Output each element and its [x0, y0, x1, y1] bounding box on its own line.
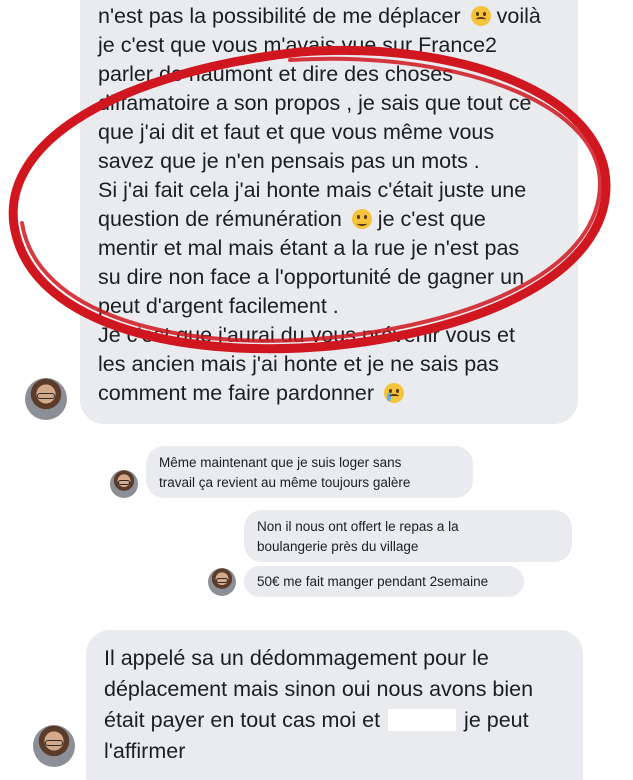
message-line: était payer en tout cas moi et	[104, 708, 381, 732]
message-bubble-large-bottom: Il appelé sa un dédommagement pour le dé…	[86, 630, 583, 780]
message-line: je c'est que	[377, 207, 486, 231]
avatar[interactable]	[110, 470, 138, 498]
message-line: savez que je n'en pensais pas un mots .	[98, 149, 480, 173]
message-line: peut d'argent facilement .	[98, 294, 339, 318]
message-line: déplacement mais sinon oui nous avons bi…	[104, 677, 534, 701]
avatar[interactable]	[25, 378, 67, 420]
message-line: su dire non face a l'opportunité de gagn…	[98, 265, 525, 289]
glasses-icon	[215, 578, 229, 583]
message-line: 50€ me fait manger pendant 2semaine	[257, 574, 489, 589]
message-line: que j'ai dit et faut et que vous même vo…	[98, 120, 495, 144]
message-line: Si j'ai fait cela j'ai honte mais c'étai…	[98, 178, 527, 202]
message-line: je peut	[464, 708, 529, 732]
message-line: l'affirmer	[104, 739, 186, 763]
message-line: travail ça revient au même toujours galè…	[159, 475, 411, 490]
message-line: n'est pas la possibilité de me déplacer	[98, 4, 461, 28]
message-line: Il appelé sa un dédommagement pour le	[104, 646, 489, 670]
crying-face-emoji-icon	[384, 383, 405, 403]
sad-face-emoji-icon	[351, 209, 372, 229]
redaction-block	[388, 709, 457, 731]
glasses-icon	[44, 740, 64, 747]
message-bubble-large-top: n'est pas la possibilité de me déplacer …	[80, 0, 578, 424]
message-line: les ancien mais j'ai honte et je ne sais…	[98, 352, 499, 376]
avatar[interactable]	[208, 568, 236, 596]
avatar[interactable]	[33, 725, 75, 767]
glasses-icon	[36, 393, 56, 400]
message-line: diffamatoire a son propos , je sais que …	[98, 91, 532, 115]
confused-face-emoji-icon	[470, 6, 491, 26]
message-bubble-small-right: 50€ me fait manger pendant 2semaine	[244, 566, 524, 597]
message-line: parler de riaumont et dire des choses	[98, 62, 453, 86]
message-line: mentir et mal mais étant a la rue je n'e…	[98, 236, 520, 260]
message-line: Non il nous ont offert le repas a la	[257, 519, 459, 534]
message-line: comment me faire pardonner	[98, 381, 375, 405]
message-line: Même maintenant que je suis loger sans	[159, 455, 402, 470]
message-line: question de rémunération	[98, 207, 342, 231]
glasses-icon	[117, 480, 131, 485]
message-line: voilà	[496, 4, 541, 28]
message-line: boulangerie près du village	[257, 539, 419, 554]
message-bubble-small-right: Non il nous ont offert le repas a la bou…	[244, 510, 572, 562]
message-bubble-small-left: Même maintenant que je suis loger sans t…	[146, 446, 473, 498]
message-line: Je c'est que j'aurai du vous prévenir vo…	[98, 323, 515, 347]
message-line: je c'est que vous m'avais vue sur France…	[98, 33, 497, 57]
